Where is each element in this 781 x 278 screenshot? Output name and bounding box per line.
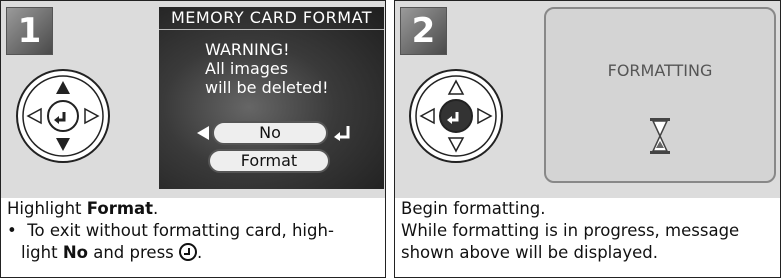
enter-icon (334, 126, 350, 141)
option-format[interactable]: Format (208, 149, 330, 173)
multi-selector-icon (16, 69, 110, 163)
caption-line: shown above will be displayed. (401, 243, 659, 262)
step-2-number: 2 (400, 7, 447, 55)
enter-button-icon (179, 243, 198, 261)
screen-title: MEMORY CARD FORMAT (159, 7, 384, 30)
step-1-caption: Highlight Format. • To exit without form… (7, 198, 379, 264)
bullet-text: and press (87, 243, 180, 262)
step-1-panel: 1 MEMORY CARD FORMAT WARNING! All images… (0, 0, 386, 278)
option-no[interactable]: No (212, 121, 328, 145)
caption-text: . (153, 199, 159, 218)
formatting-label: FORMATTING (607, 61, 713, 80)
caption-line: Highlight Format. (7, 198, 379, 220)
warning-line: WARNING! (205, 40, 290, 59)
warning-message: WARNING! All images will be deleted! (205, 40, 329, 97)
step-2-caption: Begin formatting. While formatting is in… (401, 198, 774, 264)
bullet-text: To exit without formatting card, high- (27, 221, 334, 240)
bullet-bold: No (62, 243, 88, 262)
warning-line: All images (205, 59, 289, 78)
step-2-panel: 2 FORMATTING Begin formatting. While for… (394, 0, 781, 278)
hourglass-icon (650, 118, 670, 154)
caption-line: Begin formatting. (401, 199, 546, 218)
step-1-number: 1 (6, 7, 53, 55)
warning-line: will be deleted! (205, 78, 329, 97)
bullet-item-cont: light No and press . (21, 243, 203, 262)
caption-bold: Format (86, 199, 154, 218)
camera-lcd-formatting: FORMATTING (544, 7, 776, 183)
left-arrow-icon (197, 126, 209, 140)
caption-line: While formatting is in progress, message (401, 221, 740, 240)
bullet-item: • To exit without formatting card, high- (7, 220, 379, 242)
multi-selector-icon (409, 69, 503, 163)
bullet: • (7, 221, 17, 240)
camera-lcd-format-menu: MEMORY CARD FORMAT WARNING! All images w… (159, 7, 384, 189)
bullet-text: light (21, 243, 63, 262)
caption-text: Highlight (7, 199, 87, 218)
